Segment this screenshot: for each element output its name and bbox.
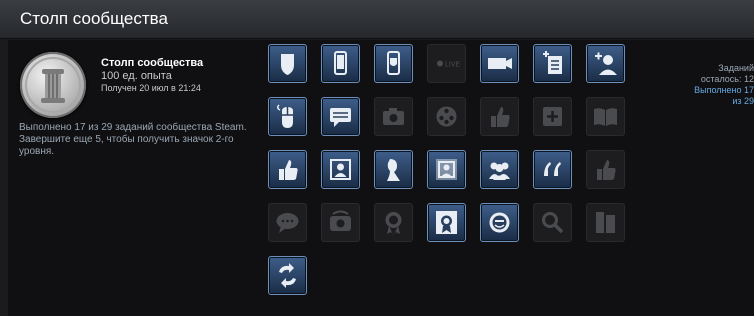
task-tile[interactable] bbox=[586, 44, 625, 83]
task-tile[interactable] bbox=[321, 203, 360, 242]
task-tile[interactable] bbox=[427, 203, 466, 242]
task-tile[interactable] bbox=[586, 97, 625, 136]
video-icon bbox=[488, 58, 512, 69]
task-tile[interactable] bbox=[533, 44, 572, 83]
live-icon: LIVE bbox=[437, 60, 461, 69]
badge-name: Столп сообщества bbox=[101, 57, 204, 69]
phone-icon bbox=[334, 51, 347, 75]
search-icon bbox=[542, 212, 564, 234]
svg-text:LIVE: LIVE bbox=[445, 62, 461, 69]
task-tile[interactable] bbox=[586, 203, 625, 242]
task-tile[interactable] bbox=[374, 203, 413, 242]
task-tile[interactable] bbox=[321, 97, 360, 136]
task-tile[interactable] bbox=[321, 44, 360, 83]
chat-icon bbox=[330, 108, 351, 127]
workshop-icon bbox=[330, 210, 351, 231]
portrait-icon bbox=[330, 159, 351, 180]
page-header: Столп сообщества bbox=[0, 0, 754, 39]
group-icon bbox=[489, 162, 510, 180]
mouse-icon bbox=[276, 104, 293, 128]
thumbs-up-icon bbox=[491, 107, 510, 127]
task-tile[interactable] bbox=[374, 150, 413, 189]
phone-auth-icon bbox=[387, 51, 400, 75]
quote-icon bbox=[544, 162, 561, 176]
task-tile[interactable] bbox=[268, 44, 307, 83]
task-tile[interactable] bbox=[480, 203, 519, 242]
add-clipboard-icon bbox=[543, 51, 562, 74]
tasks-remaining-label: Заданий bbox=[718, 63, 754, 73]
emoticon-icon bbox=[489, 212, 510, 233]
task-tile[interactable] bbox=[533, 150, 572, 189]
task-tile[interactable] bbox=[268, 150, 307, 189]
task-tile[interactable] bbox=[533, 203, 572, 242]
film-reel-icon bbox=[436, 106, 457, 127]
add-box-icon bbox=[543, 107, 562, 126]
trade-icon bbox=[279, 263, 296, 288]
task-tile[interactable]: LIVE bbox=[427, 44, 466, 83]
tasks-done-label: Выполнено 17 bbox=[694, 85, 754, 95]
certificate-icon bbox=[436, 211, 457, 234]
chat-bubble-icon bbox=[276, 213, 299, 233]
profile-silhouette-icon bbox=[387, 159, 400, 181]
task-tile[interactable] bbox=[586, 150, 625, 189]
task-tile[interactable] bbox=[268, 256, 307, 295]
tasks-remaining-count: осталось: 12 bbox=[700, 74, 754, 84]
thumbs-up-icon bbox=[279, 160, 298, 180]
camera-icon bbox=[383, 108, 404, 125]
task-tile[interactable] bbox=[268, 97, 307, 136]
page-title: Столп сообщества bbox=[20, 9, 168, 28]
task-tile[interactable] bbox=[321, 150, 360, 189]
task-tile[interactable] bbox=[374, 44, 413, 83]
tasks-done-count: из 29 bbox=[732, 96, 754, 106]
badge-unlock-date: Получен 20 июл в 21:24 bbox=[101, 83, 201, 93]
pillar-icon bbox=[25, 57, 81, 113]
task-tile[interactable] bbox=[427, 150, 466, 189]
task-tile[interactable] bbox=[427, 97, 466, 136]
shield-icon bbox=[281, 54, 294, 75]
task-grid: LIVE bbox=[268, 44, 625, 295]
task-tile[interactable] bbox=[480, 150, 519, 189]
task-tile[interactable] bbox=[480, 97, 519, 136]
task-tile[interactable] bbox=[533, 97, 572, 136]
task-tile[interactable] bbox=[268, 203, 307, 242]
badge-xp: 100 ед. опыта bbox=[101, 70, 172, 82]
guide-icon bbox=[596, 212, 615, 233]
badge-image bbox=[20, 52, 86, 118]
task-tile[interactable] bbox=[480, 44, 519, 83]
book-icon bbox=[594, 108, 617, 126]
portrait-background-icon bbox=[436, 159, 457, 180]
task-stats: Заданий осталось: 12 Выполнено 17 из 29 bbox=[672, 63, 754, 107]
task-tile[interactable] bbox=[374, 97, 413, 136]
award-icon bbox=[385, 212, 402, 235]
add-friend-icon bbox=[595, 52, 617, 75]
thumbs-up-icon bbox=[597, 160, 616, 180]
badge-description: Выполнено 17 из 29 заданий сообщества St… bbox=[19, 122, 247, 157]
